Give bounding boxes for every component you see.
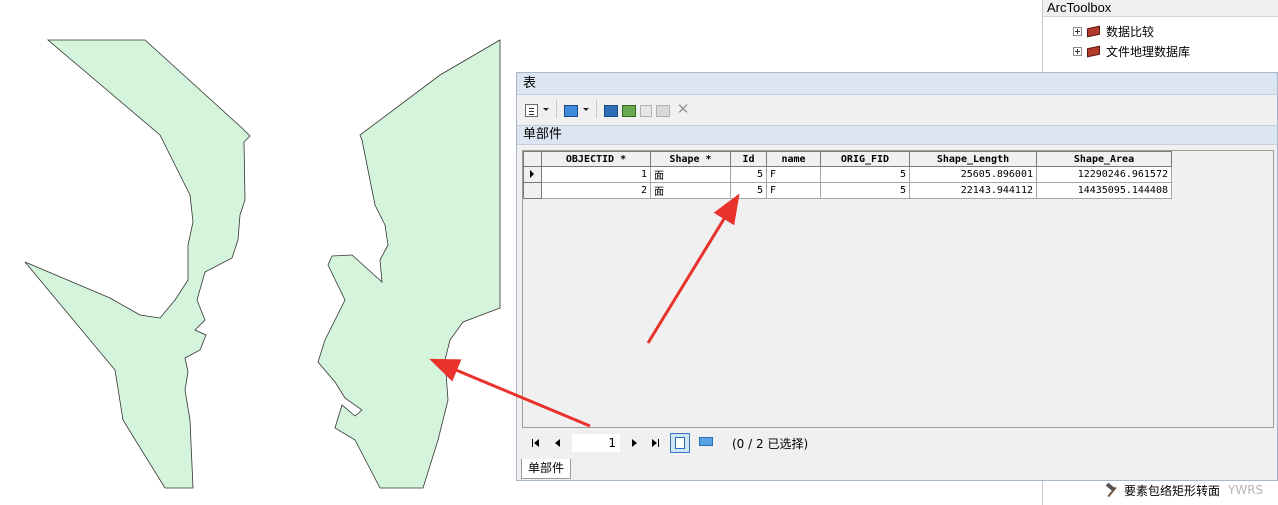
- related-tables-icon[interactable]: [564, 104, 578, 117]
- polygon-feature-left[interactable]: [24, 39, 251, 489]
- delete-selected-icon[interactable]: ✕: [674, 100, 692, 118]
- cell-objectid[interactable]: 1: [541, 166, 651, 183]
- cell-orig-fid[interactable]: 5: [820, 166, 910, 183]
- table-header-row: OBJECTID * Shape * Id name ORIG_FID Shap…: [523, 151, 1172, 167]
- attribute-grid[interactable]: OBJECTID * Shape * Id name ORIG_FID Shap…: [522, 150, 1274, 428]
- cell-id[interactable]: 5: [730, 166, 767, 183]
- toolbox-item-label: 要素包络矩形转面: [1124, 484, 1221, 498]
- last-record-icon[interactable]: [648, 435, 664, 451]
- map-view[interactable]: [0, 0, 520, 505]
- toolbox-item-envelope-to-polygon[interactable]: 要素包络矩形转面: [1104, 482, 1220, 499]
- cell-shape[interactable]: 面: [650, 166, 731, 183]
- arctoolbox-title: ArcToolbox: [1043, 0, 1278, 17]
- toolbox-item-file-geodatabase[interactable]: 文件地理数据库: [1073, 42, 1190, 60]
- show-selected-records-icon[interactable]: [696, 433, 716, 453]
- toolbox-item-data-comparison[interactable]: 数据比较: [1073, 22, 1154, 40]
- column-header-name[interactable]: name: [766, 151, 821, 167]
- toolbox-icon: [1086, 45, 1102, 58]
- cell-shape[interactable]: 面: [650, 182, 731, 199]
- expand-plus-icon[interactable]: [1073, 26, 1082, 36]
- arcmap-window: ArcToolbox 数据比较 文件地理数据库 表 ✕ 单部件 OBJECTID…: [0, 0, 1278, 505]
- table-tab-bottom[interactable]: 单部件: [521, 459, 572, 479]
- toolbar-separator: [596, 100, 597, 118]
- switch-selection-icon[interactable]: [622, 104, 636, 117]
- cell-objectid[interactable]: 2: [541, 182, 651, 199]
- select-by-attributes-icon[interactable]: [604, 104, 618, 117]
- cell-shape-length[interactable]: 25605.896001: [909, 166, 1037, 183]
- cell-shape-area[interactable]: 12290246.961572: [1036, 166, 1172, 183]
- column-header-id[interactable]: Id: [730, 151, 767, 167]
- toolbox-icon: [1086, 25, 1102, 38]
- table-row[interactable]: 1 面 5 F 5 25605.896001 12290246.961572: [523, 166, 1172, 183]
- table-options-icon[interactable]: [525, 103, 538, 117]
- cell-name[interactable]: F: [766, 182, 821, 199]
- first-record-icon[interactable]: [528, 435, 544, 451]
- cell-shape-length[interactable]: 22143.944112: [909, 182, 1037, 199]
- attribute-table: OBJECTID * Shape * Id name ORIG_FID Shap…: [523, 151, 1172, 199]
- zoom-to-selected-icon[interactable]: [656, 104, 670, 117]
- watermark-text: YWRS: [1228, 483, 1264, 497]
- table-row[interactable]: 2 面 5 F 5 22143.944112 14435095.144408: [523, 182, 1172, 199]
- toolbar-separator: [556, 100, 557, 118]
- column-header-objectid[interactable]: OBJECTID *: [541, 151, 651, 167]
- toolbox-item-label: 文件地理数据库: [1106, 44, 1191, 59]
- column-header-shape-area[interactable]: Shape_Area: [1036, 151, 1172, 167]
- previous-record-icon[interactable]: [550, 435, 566, 451]
- current-row-pointer-icon: [530, 170, 534, 178]
- show-all-records-icon[interactable]: [670, 433, 690, 453]
- toolbox-item-label: 数据比较: [1106, 24, 1155, 39]
- row-selector-header: [523, 151, 542, 167]
- cell-name[interactable]: F: [766, 166, 821, 183]
- record-navigation-bar: 1 (0 / 2 已选择): [522, 430, 1274, 456]
- layer-tab-header: 单部件: [517, 125, 1277, 145]
- selection-status: (0 / 2 已选择): [732, 436, 809, 451]
- current-record-field[interactable]: 1: [572, 434, 620, 452]
- column-header-shape[interactable]: Shape *: [650, 151, 731, 167]
- cell-id[interactable]: 5: [730, 182, 767, 199]
- cell-shape-area[interactable]: 14435095.144408: [1036, 182, 1172, 199]
- cell-orig-fid[interactable]: 5: [820, 182, 910, 199]
- expand-plus-icon[interactable]: [1073, 46, 1082, 56]
- next-record-icon[interactable]: [626, 435, 642, 451]
- row-selector[interactable]: [523, 182, 542, 199]
- polygon-feature-right[interactable]: [317, 39, 501, 489]
- row-selector[interactable]: [523, 166, 542, 183]
- table-window-title: 表: [517, 73, 1277, 95]
- clear-selection-icon[interactable]: [640, 104, 652, 117]
- chevron-down-icon[interactable]: [542, 100, 549, 118]
- attribute-table-window: 表 ✕ 单部件 OBJECTID * Shape * Id name ORIG_…: [516, 72, 1278, 481]
- column-header-orig-fid[interactable]: ORIG_FID: [820, 151, 910, 167]
- hammer-icon: [1104, 483, 1120, 499]
- table-toolbar: ✕: [517, 97, 1277, 121]
- column-header-shape-length[interactable]: Shape_Length: [909, 151, 1037, 167]
- chevron-down-icon[interactable]: [582, 100, 589, 118]
